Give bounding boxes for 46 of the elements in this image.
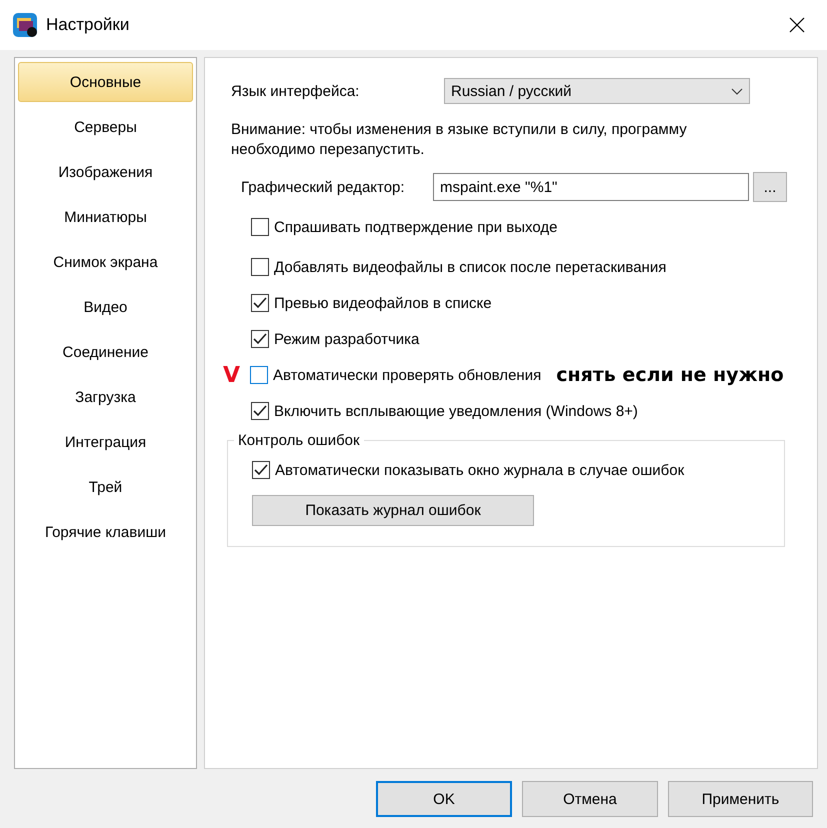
dialog-button[interactable]: OK [376, 781, 512, 817]
checkbox[interactable] [250, 366, 268, 384]
check-icon [253, 405, 267, 417]
sidebar-item[interactable]: Горячие клавиши [18, 512, 193, 552]
checkbox[interactable] [251, 402, 269, 420]
sidebar-item[interactable]: Интеграция [18, 422, 193, 462]
checkbox[interactable] [251, 258, 269, 276]
browse-button[interactable]: ... [753, 172, 787, 202]
check-icon [253, 297, 267, 309]
checkbox-label: Автоматически проверять обновления [273, 366, 542, 384]
checkbox-label: Спрашивать подтверждение при выходе [274, 218, 558, 236]
sidebar-item[interactable]: Изображения [18, 152, 193, 192]
sidebar-item[interactable]: Серверы [18, 107, 193, 147]
annotation-mark: V [223, 362, 242, 388]
chevron-icon [731, 88, 743, 94]
check-icon [253, 333, 267, 345]
checkbox-label: Автоматически показывать окно журнала в случае ошибок [275, 462, 684, 478]
sidebar-item[interactable]: Основные [18, 62, 193, 102]
checkbox-label: Режим разработчика [274, 330, 420, 348]
sidebar-item[interactable]: Загрузка [18, 377, 193, 417]
dialog-button[interactable]: Отмена [522, 781, 658, 817]
checkbox[interactable] [251, 330, 269, 348]
annotation-note: снять если не нужно [556, 364, 784, 386]
checkbox-label: Превью видеофайлов в списке [274, 294, 492, 312]
checkbox-label: Добавлять видеофайлы в список после перетаскивания [274, 258, 666, 276]
language-dropdown[interactable]: Russian / русский [444, 78, 750, 104]
language-label: Язык интерфейса: [231, 82, 360, 100]
app-icon [12, 12, 38, 38]
notice-text: Внимание: чтобы изменения в языке вступили в силу, программу необходимо перезапустить. [231, 120, 688, 160]
close-icon[interactable] [789, 17, 805, 33]
sidebar-item[interactable]: Видео [18, 287, 193, 327]
sidebar-item[interactable]: Миниатюры [18, 197, 193, 237]
sidebar-item[interactable]: Соединение [18, 332, 193, 372]
group-title: Контроль ошибок [237, 432, 361, 449]
checkbox[interactable] [251, 294, 269, 312]
checkbox[interactable] [251, 218, 269, 236]
editor-field[interactable]: mspaint.exe "%1" [433, 173, 749, 201]
window-title: Настройки [46, 15, 130, 35]
check-icon [254, 464, 268, 476]
checkbox[interactable] [252, 461, 270, 479]
editor-label: Графический редактор: [241, 178, 406, 196]
checkbox-label: Включить всплывающие уведомления (Windows 8+) [274, 402, 638, 420]
show-log-button[interactable]: Показать журнал ошибок [252, 495, 534, 526]
sidebar-item[interactable]: Трей [18, 467, 193, 507]
dialog-button[interactable]: Применить [668, 781, 813, 817]
sidebar-item[interactable]: Снимок экрана [18, 242, 193, 282]
